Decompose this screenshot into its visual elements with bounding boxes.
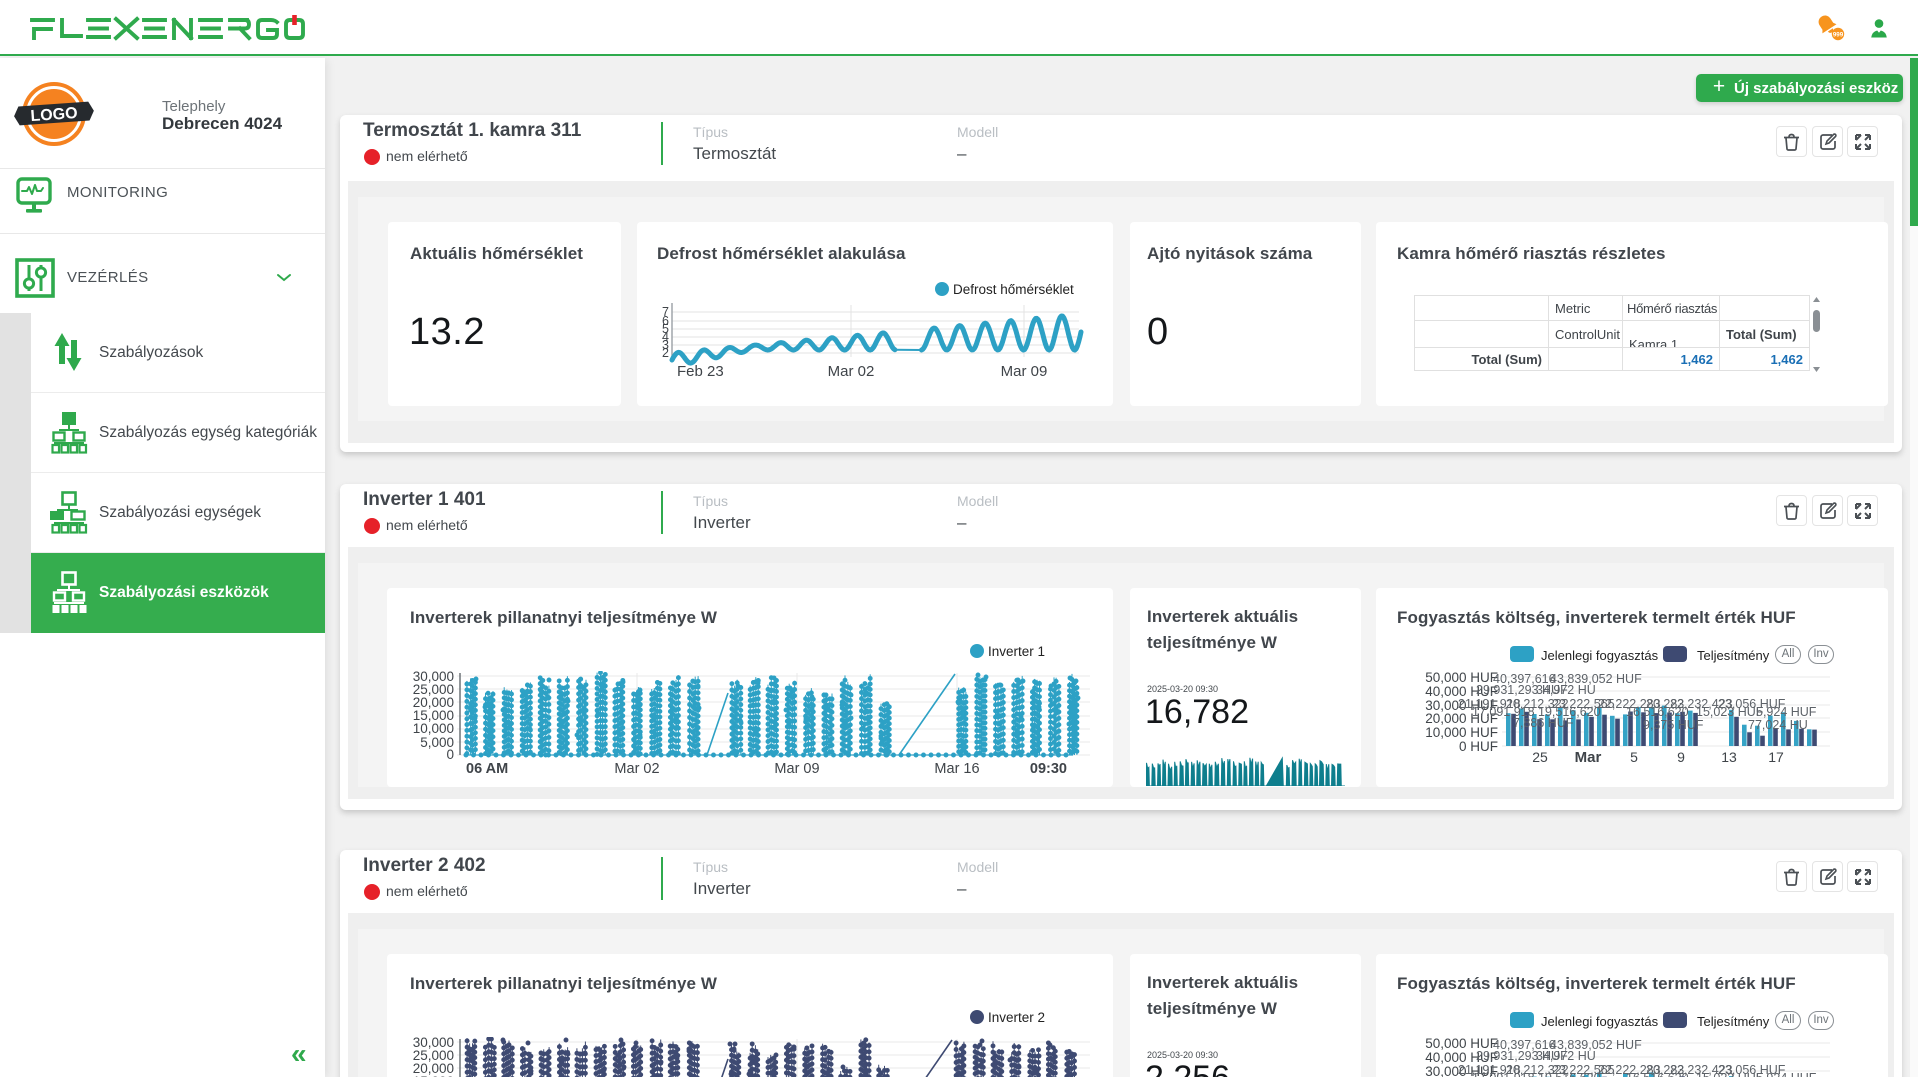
svg-text:5,924 HUF: 5,924 HUF — [1756, 705, 1817, 719]
svg-text:34,972 HU: 34,972 HU — [1536, 1049, 1596, 1063]
svg-text:9: 9 — [1677, 749, 1685, 765]
svg-text:9,375 HUF: 9,375 HUF — [1643, 718, 1704, 732]
svg-text:10,000: 10,000 — [413, 721, 454, 736]
svg-text:5: 5 — [1630, 749, 1638, 765]
svg-text:Mar 02: Mar 02 — [828, 363, 875, 380]
svg-text:0: 0 — [446, 747, 454, 762]
svg-text:LOGO: LOGO — [30, 105, 78, 125]
svg-text:15,023 HUF: 15,023 HUF — [1696, 705, 1764, 719]
svg-text:15,023 HUF: 15,023 HUF — [1696, 1071, 1764, 1077]
svg-text:13: 13 — [1721, 749, 1737, 765]
svg-text:19,516,620: 19,516,620 — [1538, 1071, 1601, 1077]
svg-text:09:30: 09:30 — [1030, 761, 1067, 777]
svg-text:Mar: Mar — [1575, 749, 1602, 766]
svg-text:16,516,620: 16,516,620 — [1626, 705, 1689, 719]
svg-text:2: 2 — [662, 346, 669, 360]
svg-text:Feb 23: Feb 23 — [677, 363, 724, 380]
svg-text:34,972 HU: 34,972 HU — [1536, 683, 1596, 697]
svg-text:77,024 HU: 77,024 HU — [1748, 718, 1808, 732]
svg-text:999: 999 — [1833, 31, 1844, 38]
svg-text:17,091,918: 17,091,918 — [1472, 1071, 1535, 1077]
svg-text:0 HUF: 0 HUF — [1459, 739, 1498, 754]
svg-text:17: 17 — [1768, 749, 1784, 765]
svg-text:Mar 09: Mar 09 — [1001, 363, 1048, 380]
svg-text:06 AM: 06 AM — [466, 761, 508, 777]
svg-text:10,000 HUF: 10,000 HUF — [1425, 725, 1498, 740]
svg-text:5,924 HUF: 5,924 HUF — [1756, 1071, 1817, 1077]
svg-text:16,516,620: 16,516,620 — [1626, 1071, 1689, 1077]
svg-text:25: 25 — [1532, 749, 1548, 765]
svg-text:Mar 09: Mar 09 — [774, 761, 819, 777]
svg-text:7,886 HUF: 7,886 HUF — [1513, 716, 1574, 730]
svg-text:Mar 16: Mar 16 — [934, 761, 979, 777]
svg-text:Mar 02: Mar 02 — [614, 761, 659, 777]
